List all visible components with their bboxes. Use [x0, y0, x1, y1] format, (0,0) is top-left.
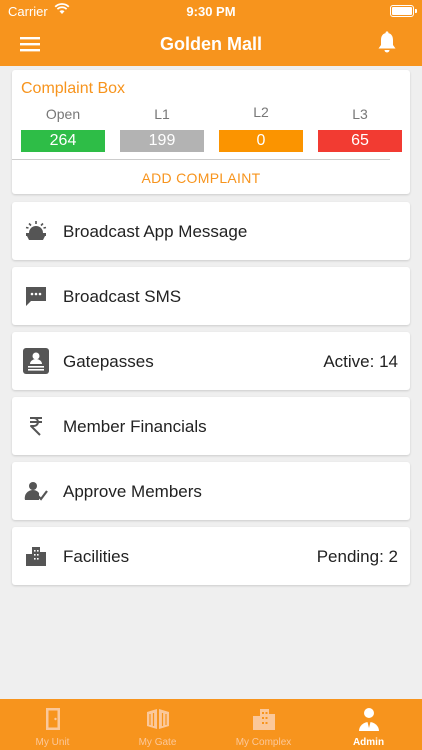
menu-item-label: Member Financials — [63, 417, 207, 436]
complaint-l2: L2 0 — [219, 104, 303, 152]
status-time: 9:30 PM — [186, 4, 236, 19]
tab-label: My Unit — [35, 737, 70, 748]
tab-label: My Gate — [138, 737, 177, 748]
add-complaint-button[interactable]: ADD COMPLAINT — [12, 170, 390, 186]
facilities-icon — [24, 544, 48, 568]
admin-user-icon — [356, 706, 382, 732]
page-title: Golden Mall — [159, 34, 262, 54]
menu-item-label: Approve Members — [63, 482, 202, 501]
menu-item-member-financials[interactable]: Member Financials — [12, 397, 410, 455]
rupee-icon — [24, 414, 48, 438]
complaint-box-title: Complaint Box — [21, 80, 126, 97]
menu-item-approve-members[interactable]: Approve Members — [12, 462, 410, 520]
complaint-l1-label: L1 — [154, 106, 170, 122]
menu-item-gatepasses[interactable]: Gatepasses Active: 14 — [12, 332, 410, 390]
gate-icon — [145, 706, 171, 732]
status-bar: Carrier 9:30 PM — [0, 0, 422, 22]
facilities-pending-count: Pending: 2 — [316, 547, 398, 566]
complaint-l3: L3 65 — [318, 106, 402, 152]
complaint-l2-label: L2 — [253, 104, 269, 120]
battery-icon — [390, 5, 417, 17]
menu-item-label: Broadcast App Message — [63, 222, 248, 241]
complex-building-icon — [251, 706, 277, 732]
tab-admin[interactable]: Admin — [316, 699, 421, 750]
menu-item-broadcast-sms[interactable]: Broadcast SMS — [12, 267, 410, 325]
menu-item-facilities[interactable]: Facilities Pending: 2 — [12, 527, 410, 585]
complaint-l3-count[interactable]: 65 — [318, 130, 402, 152]
menu-item-label: Facilities — [63, 547, 130, 566]
menu-item-broadcast-app-message[interactable]: Broadcast App Message — [12, 202, 410, 260]
sms-icon — [24, 284, 48, 308]
complaint-divider — [12, 159, 390, 160]
gatepass-icon — [22, 347, 50, 375]
tab-my-unit[interactable]: My Unit — [0, 699, 105, 750]
menu-item-label: Broadcast SMS — [63, 287, 182, 306]
complaint-open: Open 264 — [21, 106, 105, 152]
complaint-open-label: Open — [45, 106, 81, 122]
approve-members-icon — [24, 479, 48, 503]
notification-bell-icon[interactable] — [376, 31, 398, 55]
broadcast-icon — [24, 219, 48, 243]
tab-bar: My Unit My Gate My Complex Admin — [0, 699, 422, 750]
complaint-box-card: Complaint Box Open 264 L1 199 L2 0 L3 65… — [12, 70, 410, 194]
complaint-l3-label: L3 — [352, 106, 368, 122]
tab-label: My Complex — [235, 737, 292, 748]
complaint-l1-count[interactable]: 199 — [120, 130, 204, 152]
unit-door-icon — [40, 706, 66, 732]
complaint-open-count[interactable]: 264 — [21, 130, 105, 152]
tab-my-complex[interactable]: My Complex — [211, 699, 316, 750]
gatepasses-active-count: Active: 14 — [323, 352, 398, 371]
menu-item-label: Gatepasses — [63, 352, 154, 371]
complaint-l1: L1 199 — [120, 106, 204, 152]
tab-label: Admin — [352, 737, 385, 748]
complaint-l2-count[interactable]: 0 — [219, 130, 303, 152]
nav-bar: Golden Mall — [0, 22, 422, 66]
tab-my-gate[interactable]: My Gate — [105, 699, 210, 750]
